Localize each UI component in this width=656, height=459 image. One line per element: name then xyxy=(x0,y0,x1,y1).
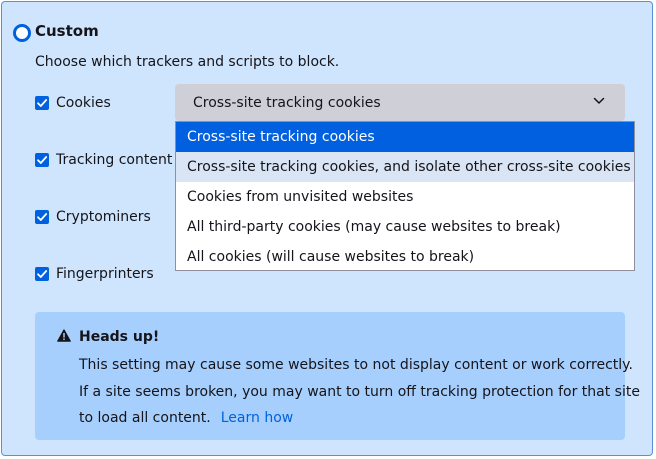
cookies-select-value: Cross-site tracking cookies xyxy=(193,94,381,111)
tracking-content-checkbox-label[interactable]: Tracking content xyxy=(56,151,172,169)
warning-title: Heads up! xyxy=(79,329,160,345)
dropdown-option-unvisited-websites[interactable]: Cookies from unvisited websites xyxy=(176,182,634,212)
custom-blocking-panel: Custom Choose which trackers and scripts… xyxy=(1,1,653,456)
dropdown-option-all-cookies[interactable]: All cookies (will cause websites to brea… xyxy=(176,242,634,272)
checkbox-row-tracking-content[interactable]: Tracking content xyxy=(35,150,172,170)
cryptominers-checkbox[interactable] xyxy=(35,210,49,224)
checkmark-icon xyxy=(37,99,48,107)
warning-text-line-2: If a site seems broken, you may want to … xyxy=(79,384,640,400)
checkmark-icon xyxy=(37,270,48,278)
dropdown-option-cross-site-tracking[interactable]: Cross-site tracking cookies xyxy=(176,122,634,152)
warning-text-line-3-row: to load all content. Learn how xyxy=(79,409,293,427)
dropdown-option-all-third-party[interactable]: All third-party cookies (may cause websi… xyxy=(176,212,634,242)
cookies-checkbox-label[interactable]: Cookies xyxy=(56,94,111,112)
warning-text-line-3: to load all content. xyxy=(79,410,211,426)
chevron-down-icon xyxy=(593,97,605,104)
checkmark-icon xyxy=(37,213,48,221)
cookies-checkbox[interactable] xyxy=(35,96,49,110)
tracking-content-checkbox[interactable] xyxy=(35,153,49,167)
warning-text-line-1: This setting may cause some websites to … xyxy=(79,357,633,373)
checkbox-row-fingerprinters[interactable]: Fingerprinters xyxy=(35,264,154,284)
checkmark-icon xyxy=(37,156,48,164)
heads-up-warning-box: Heads up! This setting may cause some we… xyxy=(35,312,640,440)
cryptominers-checkbox-label[interactable]: Cryptominers xyxy=(56,208,151,226)
cookies-type-select[interactable]: Cross-site tracking cookies xyxy=(175,84,625,121)
fingerprinters-checkbox[interactable] xyxy=(35,267,49,281)
custom-radio-button[interactable] xyxy=(13,24,31,42)
custom-option-description: Choose which trackers and scripts to blo… xyxy=(35,54,340,70)
cookies-select-dropdown: Cross-site tracking cookies Cross-site t… xyxy=(175,121,635,271)
checkbox-row-cryptominers[interactable]: Cryptominers xyxy=(35,207,151,227)
learn-how-link[interactable]: Learn how xyxy=(221,410,293,426)
fingerprinters-checkbox-label[interactable]: Fingerprinters xyxy=(56,265,154,283)
dropdown-option-cross-site-isolate[interactable]: Cross-site tracking cookies, and isolate… xyxy=(176,152,634,182)
checkbox-row-cookies[interactable]: Cookies xyxy=(35,93,111,113)
custom-option-title[interactable]: Custom xyxy=(35,21,99,41)
warning-triangle-icon xyxy=(57,329,71,342)
